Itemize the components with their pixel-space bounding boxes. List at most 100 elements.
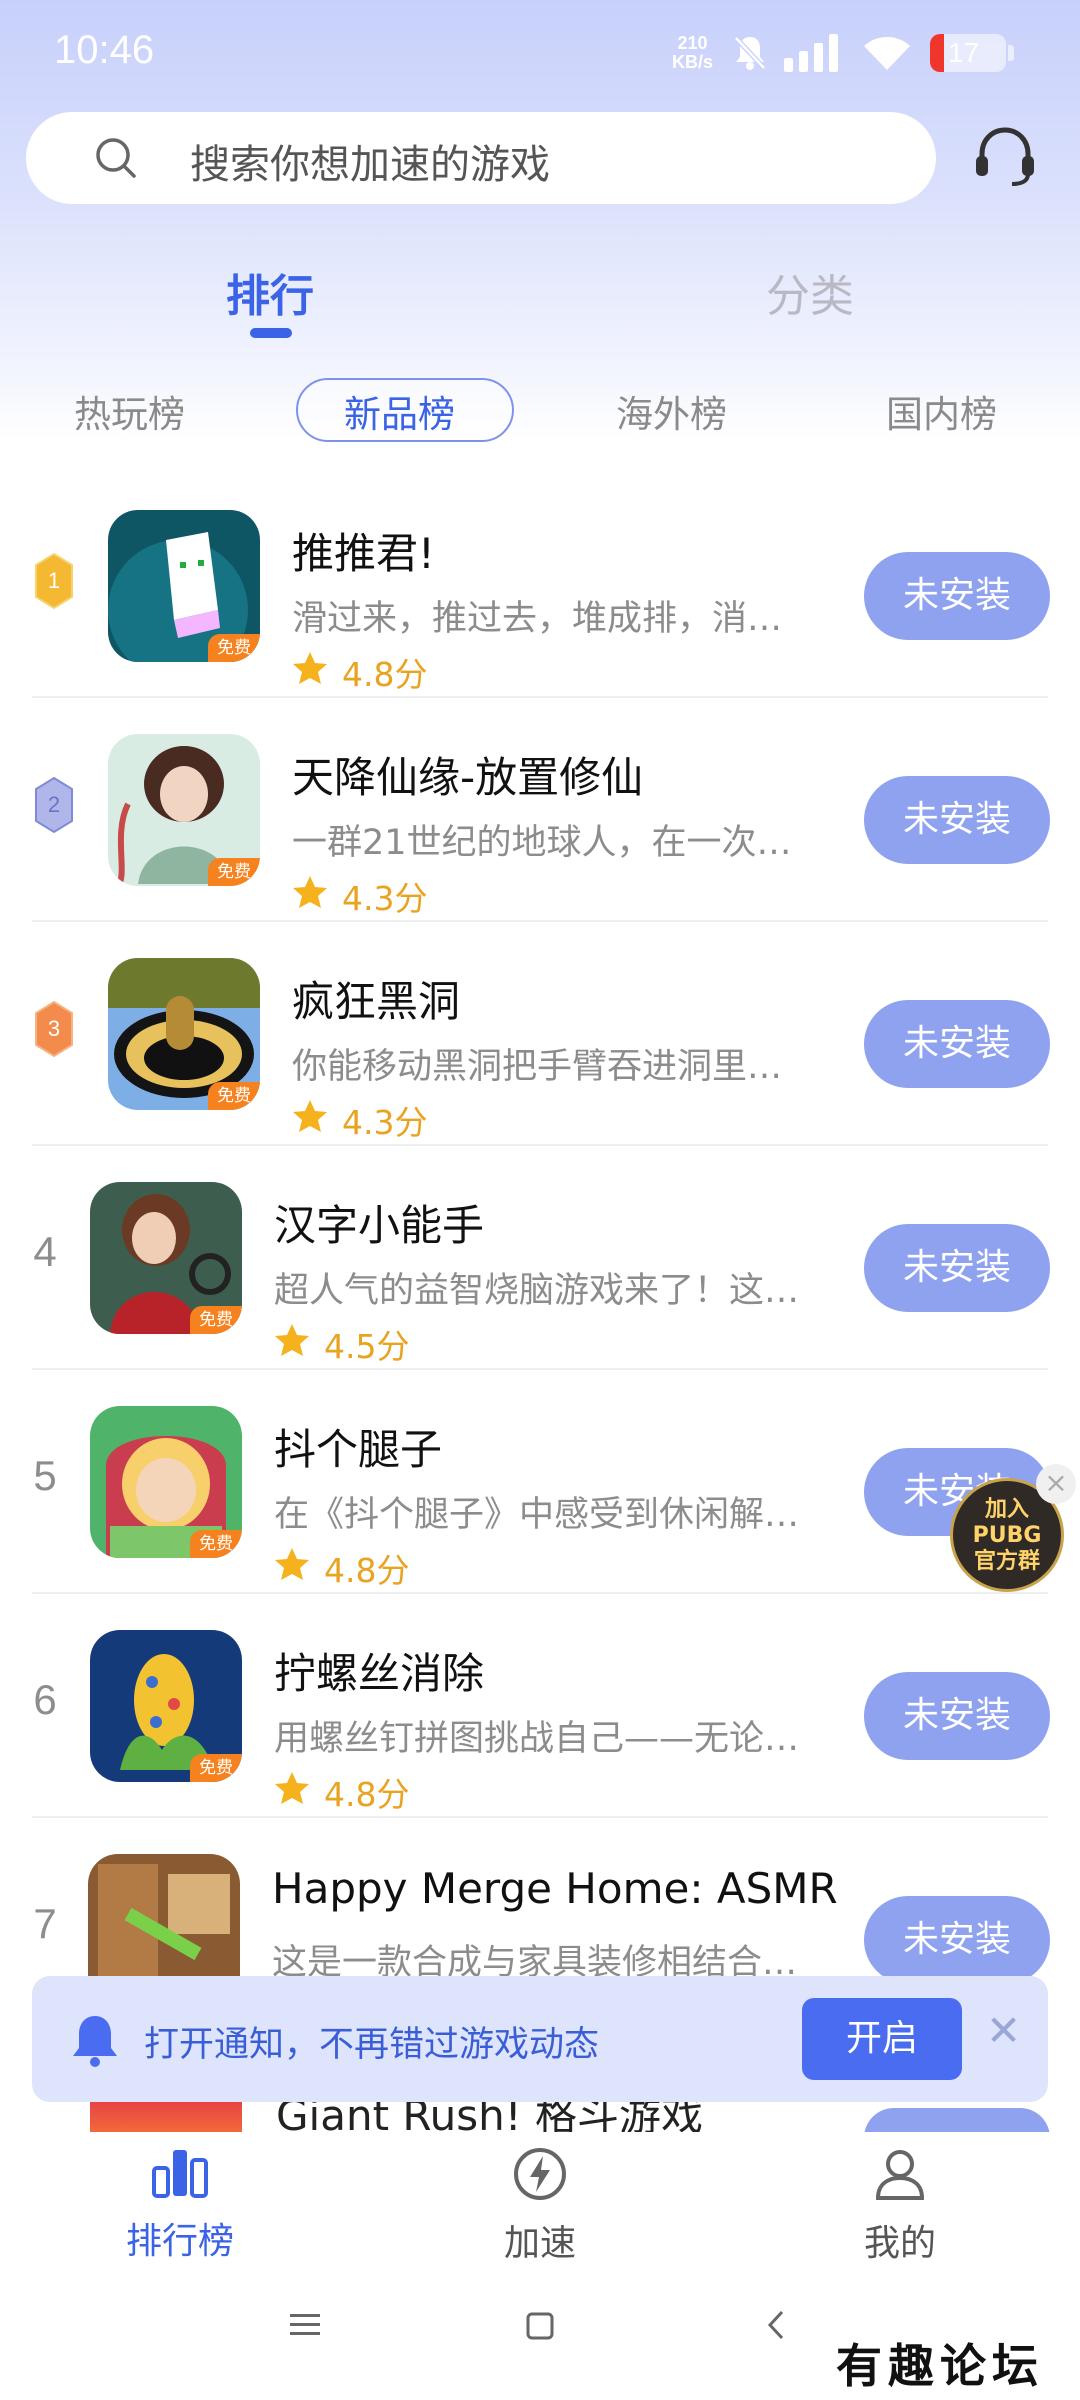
rank-number: 6 [33, 1676, 57, 1723]
app-icon[interactable] [88, 1854, 240, 1984]
subtab-hot[interactable]: 热玩榜 [74, 384, 185, 438]
tab-category[interactable]: 分类 [766, 260, 854, 324]
app-rating: 4.5分 [324, 1327, 410, 1366]
app-rating: 4.3分 [342, 1103, 428, 1142]
nav-accelerate[interactable]: 加速 [440, 2146, 640, 2266]
home-icon[interactable] [526, 2312, 554, 2340]
subtab-overseas[interactable]: 海外榜 [616, 384, 727, 438]
install-button[interactable]: 未安装 [864, 1672, 1050, 1760]
customer-service-icon[interactable] [972, 126, 1038, 188]
bronze-medal-icon: 3 [35, 1000, 73, 1058]
star-icon [275, 1548, 309, 1580]
app-name: 疯狂黑洞 [292, 977, 461, 1026]
list-item[interactable]: 5 免费 抖个腿子 在《抖个腿子》中感受到休闲解… 4.8分 未安装 [0, 1370, 1080, 1594]
enable-notification-button[interactable]: 开启 [802, 1998, 962, 2080]
app-description: 一群21世纪的地球人，在一次… [292, 823, 792, 863]
battery-level: 17 [948, 37, 980, 68]
badge-line: 官方群 [973, 1549, 1040, 1574]
gold-medal-icon: 1 [35, 552, 73, 610]
star-icon [275, 1772, 309, 1804]
install-button[interactable]: 未安装 [864, 1224, 1050, 1312]
network-speed-value: 210 [677, 33, 708, 53]
list-item[interactable]: 4 免费 汉字小能手 超人气的益智烧脑游戏来了！这… 4.5分 未安装 [0, 1146, 1080, 1370]
rank-number: 7 [33, 1900, 57, 1947]
back-icon[interactable] [766, 2310, 786, 2340]
star-icon [293, 1100, 327, 1132]
bottom-navigation: 排行榜 加速 我的 [0, 2132, 1080, 2280]
free-badge: 免费 [190, 1530, 242, 1558]
subtab-new[interactable]: 新品榜 [344, 384, 455, 438]
list-item[interactable]: 2 免费 天降仙缘-放置修仙 一群21世纪的地球人，在一次… 4.3分 未安装 [0, 698, 1080, 922]
app-description: 超人气的益智烧脑游戏来了！这… [274, 1271, 800, 1311]
close-icon[interactable]: ✕ [986, 2006, 1021, 2055]
star-icon [275, 1324, 309, 1356]
app-icon[interactable]: 免费 [90, 1406, 242, 1558]
free-badge: 免费 [190, 1306, 242, 1334]
search-icon [96, 138, 136, 178]
list-item[interactable]: 3 免费 疯狂黑洞 你能移动黑洞把手臂吞进洞里… 4.3分 未安装 [0, 922, 1080, 1146]
list-item[interactable]: 6 免费 拧螺丝消除 用螺丝钉拼图挑战自己——无论… 4.8分 未安装 [0, 1594, 1080, 1818]
status-bar: 10:46 210 KB/s 17 [0, 0, 1080, 110]
battery-icon: 17 [930, 34, 1006, 72]
subtab-domestic[interactable]: 国内榜 [886, 384, 997, 438]
notification-banner: 打开通知，不再错过游戏动态 开启 ✕ [32, 1976, 1048, 2102]
menu-icon[interactable] [290, 2312, 320, 2338]
free-badge: 免费 [208, 1082, 260, 1110]
app-description: 用螺丝钉拼图挑战自己——无论… [274, 1719, 800, 1759]
nav-label: 排行榜 [125, 2221, 234, 2262]
app-rating: 4.8分 [324, 1775, 410, 1814]
wifi-icon [864, 37, 910, 70]
app-name: Happy Merge Home: ASMR [272, 1864, 838, 1913]
bar-chart-icon [152, 2150, 208, 2198]
install-button[interactable]: 未安装 [864, 776, 1050, 864]
forum-watermark: 有趣论坛 [836, 2339, 1044, 2393]
app-name: 拧螺丝消除 [274, 1649, 485, 1698]
app-icon[interactable]: 免费 [90, 1182, 242, 1334]
active-tab-indicator [250, 328, 292, 338]
nav-label: 我的 [863, 2223, 936, 2264]
search-placeholder: 搜索你想加速的游戏 [190, 142, 550, 188]
app-name: 抖个腿子 [274, 1425, 443, 1474]
network-speed: 210 KB/s [672, 34, 713, 72]
free-badge: 免费 [190, 1754, 242, 1782]
bell-icon [73, 2016, 117, 2067]
star-icon [293, 652, 327, 684]
svg-text:3: 3 [48, 1016, 60, 1041]
app-name: 汉字小能手 [274, 1201, 485, 1250]
star-icon [293, 876, 327, 908]
app-name: 天降仙缘-放置修仙 [292, 753, 644, 802]
install-button[interactable]: 未安装 [864, 1000, 1050, 1088]
svg-text:1: 1 [48, 568, 60, 593]
app-rating: 4.8分 [324, 1551, 410, 1590]
nav-ranking[interactable]: 排行榜 [80, 2146, 280, 2264]
badge-line: PUBG [972, 1523, 1042, 1548]
user-icon [875, 2150, 925, 2200]
rank-number: 4 [33, 1228, 57, 1275]
tab-ranking[interactable]: 排行 [226, 260, 314, 324]
status-time: 10:46 [54, 28, 155, 72]
app-rating: 4.3分 [342, 879, 428, 918]
svg-text:2: 2 [48, 792, 60, 817]
install-button[interactable]: 未安装 [864, 1896, 1050, 1984]
app-description: 滑过来，推过去，堆成排，消… [292, 599, 783, 639]
network-speed-unit: KB/s [672, 52, 714, 72]
signal-icon [784, 34, 838, 72]
app-rating: 4.8分 [342, 655, 428, 694]
rank-number: 5 [33, 1452, 57, 1499]
mute-bell-icon [734, 36, 766, 70]
search-input[interactable]: 搜索你想加速的游戏 [26, 112, 936, 204]
install-button[interactable]: 未安装 [864, 552, 1050, 640]
app-icon[interactable]: 免费 [108, 510, 260, 662]
lightning-icon [514, 2148, 566, 2200]
notification-text: 打开通知，不再错过游戏动态 [144, 2025, 600, 2065]
nav-label: 加速 [503, 2223, 576, 2264]
free-badge: 免费 [208, 634, 260, 662]
nav-profile[interactable]: 我的 [800, 2146, 1000, 2266]
close-icon[interactable]: × [1036, 1464, 1076, 1504]
list-item[interactable]: 1 免费 推推君! 滑过来，推过去，堆成排，消… 4.8分 未安装 [0, 474, 1080, 698]
app-icon[interactable]: 免费 [90, 1630, 242, 1782]
app-description: 你能移动黑洞把手臂吞进洞里… [292, 1047, 783, 1087]
app-name: 推推君! [292, 529, 435, 578]
app-icon[interactable]: 免费 [108, 958, 260, 1110]
app-icon[interactable]: 免费 [108, 734, 260, 886]
